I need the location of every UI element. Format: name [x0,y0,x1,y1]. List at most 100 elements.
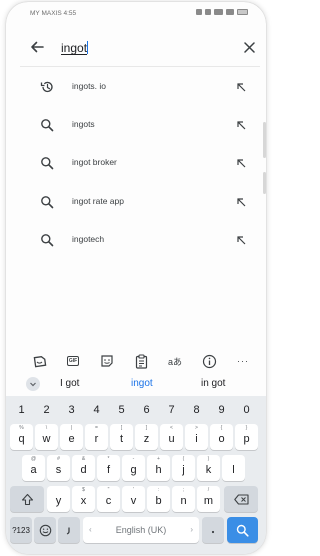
key-label: p [243,433,250,445]
sticker-icon [33,355,46,367]
key-e[interactable]: | e [60,424,83,450]
key-label: n [180,495,187,507]
key-hint: $ [82,487,85,493]
prediction-left[interactable]: I got [60,378,79,389]
backspace-key[interactable] [224,486,258,512]
key-hint: % [19,425,24,431]
fill-query-arrow-icon[interactable] [236,82,246,92]
key-q[interactable]: % q [10,424,33,450]
key-0[interactable]: 0 [235,399,258,421]
translate-button[interactable]: aあ [166,352,184,370]
key-w[interactable]: \ w [35,424,58,450]
key-label: 1 [18,404,25,416]
fill-query-arrow-icon[interactable] [236,120,246,130]
key-r[interactable]: = r [85,424,108,450]
suggestion-item[interactable]: ingots [20,108,260,142]
expand-predictions-button[interactable] [26,377,40,391]
key-7[interactable]: 7 [160,399,183,421]
suggestion-item[interactable]: ingot rate app [20,185,260,219]
key-label: j [182,464,185,476]
history-icon [40,81,53,93]
key-k[interactable]: ) k [197,455,220,481]
search-key[interactable] [227,517,258,543]
sticker-button[interactable] [30,352,48,370]
backspace-icon [233,493,249,505]
search-key-icon [236,524,249,537]
key-x[interactable]: $ x [72,486,95,512]
key-8[interactable]: 8 [185,399,208,421]
gif-button[interactable]: GIF [64,352,82,370]
key-z[interactable]: ] z [135,424,158,450]
prediction-center[interactable]: ingot [131,378,153,389]
text-caret [87,41,88,54]
suggestion-item[interactable]: ingot broker [20,146,260,180]
period-icon [211,530,215,534]
suggestion-text: ingotech [72,234,105,244]
key-s[interactable]: # s [47,455,70,481]
key-label: o [218,433,225,445]
key-y[interactable]: y [47,486,70,512]
key-g[interactable]: -g [122,455,145,481]
key-i[interactable]: > i [185,424,208,450]
key-label: 3 [68,404,75,416]
emoji-icon [39,524,51,536]
key-c[interactable]: " c [97,486,120,512]
key-m[interactable]: / m [197,486,220,512]
fill-query-arrow-icon[interactable] [236,235,246,245]
clear-icon[interactable] [243,41,256,54]
space-label: English (UK) [115,525,167,535]
prediction-bar: I got ingot in got [6,374,266,394]
suggestion-text: ingot broker [72,157,117,167]
key-4[interactable]: 4 [85,399,108,421]
back-arrow-icon[interactable] [28,38,46,56]
space-right-arrow-icon: › [190,525,193,534]
space-key[interactable]: ‹ English (UK) › [83,517,199,543]
key-label: b [155,495,162,507]
key-o[interactable]: {o [210,424,233,450]
clipboard-button[interactable] [132,352,150,370]
key-hint: < [170,425,173,431]
suggestion-item[interactable]: ingots. io [20,70,260,104]
fill-query-arrow-icon[interactable] [236,197,246,207]
key-f[interactable]: * f [97,455,120,481]
key-hint: ' [133,487,134,493]
key-5[interactable]: 5 [110,399,133,421]
key-t[interactable]: [t [110,424,133,450]
emoji-sticker-icon [101,355,113,367]
status-icons [196,9,248,15]
search-input[interactable] [61,38,211,58]
key-h[interactable]: + h [147,455,170,481]
keyboard-toolbar: GIF aあ ··· [6,350,266,372]
period-key[interactable] [202,517,224,543]
key-hint: \ [45,425,48,431]
suggestion-item[interactable]: ingotech [20,223,260,257]
key-a[interactable]: @ a [22,455,45,481]
key-p[interactable]: } p [235,424,258,450]
key-u[interactable]: < u [160,424,183,450]
search-icon [41,119,54,132]
key-n[interactable]: ; n [172,486,195,512]
space-left-arrow-icon: ‹ [89,525,92,534]
key-6[interactable]: 6 [135,399,158,421]
symbols-key[interactable]: ?123 [10,517,32,543]
search-icon [41,196,54,209]
more-button[interactable]: ··· [234,352,252,370]
fill-query-arrow-icon[interactable] [236,158,246,168]
key-1[interactable]: 1 [10,399,33,421]
info-button[interactable] [200,352,218,370]
key-j[interactable]: (j [172,455,195,481]
key-l[interactable]: l [222,455,245,481]
comma-key[interactable] [58,517,80,543]
key-b[interactable]: :b [147,486,170,512]
key-v[interactable]: ' v [122,486,145,512]
battery-icon [237,9,248,15]
status-bar: MY MAXIS 4:55 [6,2,266,24]
emoji-key[interactable] [34,517,56,543]
emoji-sticker-button[interactable] [98,352,116,370]
key-3[interactable]: 3 [60,399,83,421]
shift-key[interactable] [10,486,44,512]
key-9[interactable]: 9 [210,399,233,421]
key-2[interactable]: 2 [35,399,58,421]
key-d[interactable]: & d [72,455,95,481]
prediction-right[interactable]: in got [201,378,225,389]
